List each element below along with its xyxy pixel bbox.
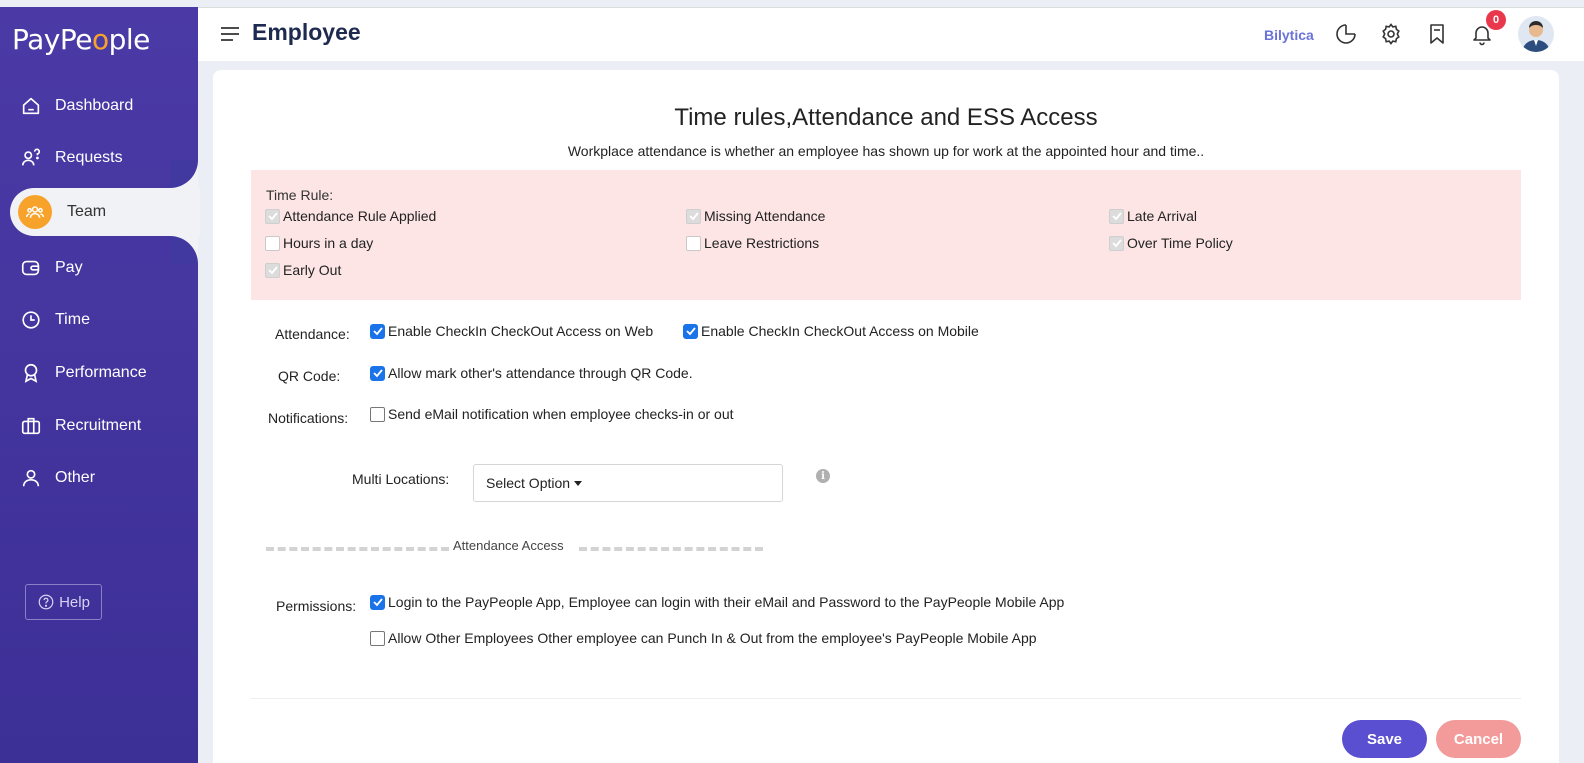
sidebar-item-label: Pay: [55, 259, 83, 276]
menu-icon[interactable]: [221, 27, 239, 41]
sidebar-item-label: Time: [55, 311, 90, 328]
checkbox-login-app[interactable]: Login to the PayPeople App, Employee can…: [370, 594, 1064, 610]
cancel-button[interactable]: Cancel: [1436, 720, 1521, 758]
checked-icon: [370, 365, 385, 381]
sidebar-item-time[interactable]: Time: [0, 300, 198, 340]
checked-icon: [686, 208, 701, 224]
checked-icon: [265, 208, 280, 224]
section-title: Time rules,Attendance and ESS Access: [674, 104, 1098, 131]
sidebar-item-requests[interactable]: Requests: [0, 138, 198, 178]
checked-icon: [370, 323, 385, 339]
company-name[interactable]: Bilytica: [1264, 27, 1314, 43]
checkbox-checkin-mobile[interactable]: Enable CheckIn CheckOut Access on Mobile: [683, 323, 979, 339]
checked-icon: [1109, 235, 1124, 251]
help-label: Help: [59, 593, 90, 611]
wallet-icon: [19, 256, 43, 280]
sidebar-item-pay[interactable]: Pay: [0, 248, 198, 288]
sidebar-item-performance[interactable]: Performance: [0, 353, 198, 393]
sidebar-item-label: Dashboard: [55, 97, 134, 114]
sidebar-item-team[interactable]: Team: [10, 188, 200, 236]
checkbox-checkin-web[interactable]: Enable CheckIn CheckOut Access on Web: [370, 323, 653, 339]
footer-divider: [251, 698, 1521, 699]
briefcase-icon: [19, 414, 43, 438]
checkbox-qr-attendance[interactable]: Allow mark other's attendance through QR…: [370, 365, 693, 381]
checkbox-early-out[interactable]: Early Out: [265, 262, 341, 278]
user-icon: [19, 466, 43, 490]
sidebar-notch: [170, 160, 198, 188]
sidebar-item-other[interactable]: Other: [0, 458, 198, 498]
time-rule-panel: Time Rule: Attendance Rule Applied Missi…: [251, 170, 1521, 300]
sidebar-item-label: Requests: [55, 149, 123, 166]
qr-code-label: QR Code:: [278, 368, 341, 384]
sidebar-item-label: Performance: [55, 364, 147, 381]
unchecked-icon: [686, 235, 701, 251]
divider-line-right: [579, 547, 763, 551]
attendance-label: Attendance:: [275, 326, 350, 342]
checkbox-missing-attendance[interactable]: Missing Attendance: [686, 208, 825, 224]
attendance-access-heading: Attendance Access: [453, 538, 564, 553]
question-icon: [37, 593, 55, 611]
unchecked-icon: [370, 406, 385, 422]
gear-icon[interactable]: [1379, 22, 1403, 46]
checkbox-leave-restrictions[interactable]: Leave Restrictions: [686, 235, 819, 251]
caret-down-icon: [574, 480, 583, 486]
time-rule-label: Time Rule:: [266, 187, 334, 203]
checked-icon: [370, 594, 385, 610]
multi-locations-select[interactable]: Select Option: [473, 464, 783, 502]
divider-line-left: [266, 547, 449, 551]
home-icon: [19, 94, 43, 118]
clock-icon: [19, 308, 43, 332]
checkbox-over-time-policy[interactable]: Over Time Policy: [1109, 235, 1233, 251]
sidebar: PayPeople Dashboard Requests Team Pay Ti…: [0, 7, 200, 763]
permissions-label: Permissions:: [276, 598, 357, 614]
save-button[interactable]: Save: [1342, 720, 1427, 758]
top-header: Employee Bilytica 0: [198, 7, 1584, 61]
sidebar-item-label: Team: [67, 203, 107, 220]
person-question-icon: [19, 146, 43, 170]
checked-icon: [1109, 208, 1124, 224]
info-icon[interactable]: i: [816, 469, 830, 483]
award-icon: [19, 361, 43, 385]
checkbox-late-arrival[interactable]: Late Arrival: [1109, 208, 1197, 224]
logo[interactable]: PayPeople: [12, 23, 150, 56]
checked-icon: [265, 262, 280, 278]
unchecked-icon: [265, 235, 280, 251]
avatar[interactable]: [1518, 16, 1554, 52]
sidebar-item-dashboard[interactable]: Dashboard: [0, 86, 198, 126]
notification-badge: 0: [1486, 10, 1506, 30]
sidebar-item-label: Recruitment: [55, 417, 142, 434]
pie-chart-icon[interactable]: [1334, 22, 1358, 46]
sidebar-item-recruitment[interactable]: Recruitment: [0, 406, 198, 446]
unchecked-icon: [370, 630, 385, 646]
page-title: Employee: [252, 19, 361, 45]
checkbox-attendance-rule[interactable]: Attendance Rule Applied: [265, 208, 436, 224]
checkbox-hours-in-day[interactable]: Hours in a day: [265, 235, 373, 251]
section-subtitle: Workplace attendance is whether an emplo…: [567, 143, 1205, 159]
help-button[interactable]: Help: [25, 584, 102, 620]
main-card: Time rules,Attendance and ESS Access Wor…: [213, 70, 1559, 763]
team-icon: [18, 195, 52, 229]
notifications-label: Notifications:: [268, 410, 349, 426]
checked-icon: [683, 323, 698, 339]
sidebar-item-label: Other: [55, 469, 96, 486]
bookmark-icon[interactable]: [1425, 22, 1449, 46]
checkbox-allow-other-employees[interactable]: Allow Other Employees Other employee can…: [370, 630, 1037, 646]
multi-locations-label: Multi Locations:: [352, 471, 450, 487]
checkbox-email-notification[interactable]: Send eMail notification when employee ch…: [370, 406, 734, 422]
